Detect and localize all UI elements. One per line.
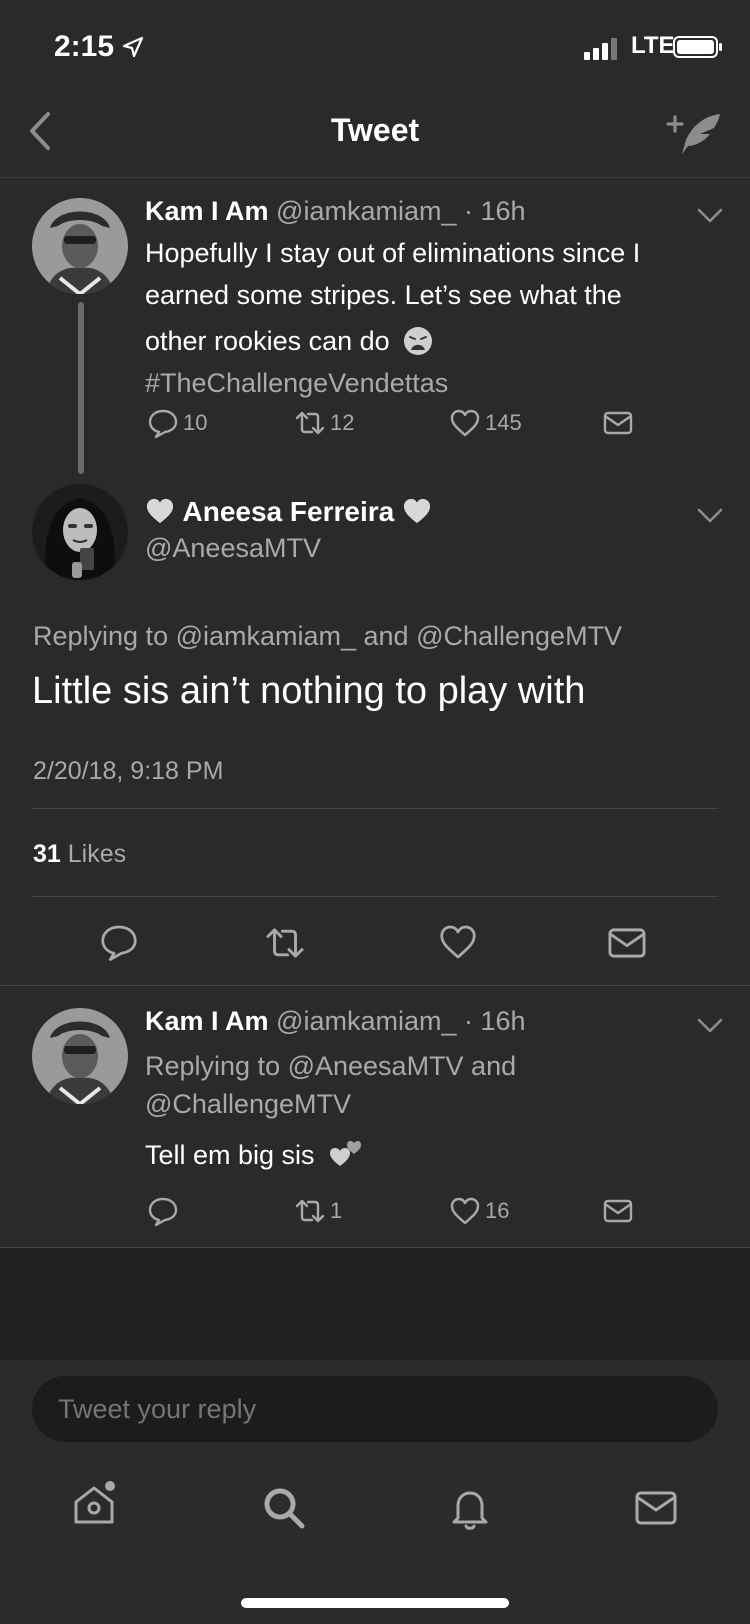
author-name[interactable]: Kam I Am [145,1006,269,1036]
reply-icon [148,409,178,439]
tweet-header: Aneesa Ferreira [145,496,432,528]
retweet-button[interactable]: 1 [294,1195,342,1227]
retweet-button[interactable]: 12 [294,407,354,439]
tweet-text: Hopefully I stay out of eliminations sin… [145,232,715,404]
replying-to-line: @ChallengeMTV [145,1089,351,1119]
chevron-down-icon[interactable] [696,1017,724,1035]
main-tweet-text: Little sis ain’t nothing to play with [32,670,586,712]
divider [32,808,718,809]
reply-button[interactable]: 10 [147,407,207,439]
author-name[interactable]: Kam I Am [145,196,269,226]
reply-input[interactable] [32,1376,718,1442]
messages-icon[interactable] [632,1484,680,1532]
author-name[interactable]: Aneesa Ferreira [183,496,395,527]
retweet-count: 1 [330,1198,343,1223]
grey-heart-emoji-icon [403,498,430,524]
likes-stat[interactable]: 31 Likes [33,840,126,869]
hashtag-link[interactable]: #TheChallengeVendettas [145,362,715,404]
avatar[interactable] [32,1008,128,1104]
status-bar: 2:15 LTE [0,0,750,88]
tweet-text-line: earned some stripes. Let’s see what the [145,280,622,310]
replying-to[interactable]: Replying to @AneesaMTV and @ChallengeMTV [145,1047,516,1123]
reply-count: 10 [183,410,208,435]
battery-icon [673,36,722,58]
envelope-icon [603,411,633,435]
avatar[interactable] [32,484,128,580]
direct-message-button[interactable] [602,407,634,439]
tweet-text-line: Hopefully I stay out of eliminations sin… [145,238,641,268]
divider [0,985,750,986]
author-handle-time: @iamkamiam_ · 16h [276,196,526,226]
tweet-header: Kam I Am @iamkamiam_ · 16h [145,196,526,227]
author-handle: @AneesaMTV [145,533,321,563]
reply-icon[interactable] [99,922,139,962]
notifications-icon[interactable] [446,1484,494,1532]
like-count: 145 [485,410,522,435]
home-indicator[interactable] [241,1598,509,1608]
status-time: 2:15 [54,30,115,63]
like-button[interactable]: 16 [449,1195,509,1227]
likes-stat-count: 31 [33,840,61,868]
reply-icon [148,1197,178,1227]
search-icon[interactable] [260,1484,308,1532]
retweet-icon [295,411,325,435]
replying-to[interactable]: Replying to @iamkamiam_ and @ChallengeMT… [33,621,622,652]
signal-icon [584,38,617,60]
two-hearts-emoji-icon [330,1141,362,1166]
avatar[interactable] [32,198,128,294]
likes-stat-label: Likes [67,840,127,868]
network-type: LTE [631,32,675,59]
tweet-header: Kam I Am @iamkamiam_ · 16h [145,1006,526,1037]
weary-face-emoji-icon [404,327,433,355]
tweet-text: Tell em big sis [145,1134,362,1176]
tweet-timestamp: 2/20/18, 9:18 PM [33,757,224,785]
like-button[interactable]: 145 [449,407,522,439]
tweet-text-line: other rookies can do [145,320,715,362]
chevron-down-icon[interactable] [696,207,724,225]
thread-connector [78,302,84,474]
chevron-down-icon[interactable] [696,507,724,525]
direct-message-button[interactable] [602,1195,634,1227]
envelope-icon [603,1199,633,1223]
retweet-icon [295,1199,325,1223]
heart-icon[interactable] [438,922,478,962]
divider [32,896,718,897]
retweet-icon[interactable] [264,922,306,964]
timeline-end-area [0,1248,750,1360]
author-handle-time: @iamkamiam_ · 16h [276,1006,526,1036]
like-count: 16 [485,1198,510,1223]
heart-icon [450,1197,480,1225]
grey-heart-emoji-icon [146,498,174,524]
replying-to-line: Replying to @AneesaMTV and [145,1051,517,1081]
navigation-bar: Tweet [0,88,750,178]
heart-icon [450,409,480,437]
envelope-icon[interactable] [606,922,648,964]
compose-tweet-icon[interactable] [664,110,726,158]
page-title: Tweet [330,112,420,148]
retweet-count: 12 [330,410,355,435]
reply-button[interactable] [147,1195,183,1227]
home-icon[interactable] [70,1480,118,1528]
location-arrow-icon [122,36,144,58]
